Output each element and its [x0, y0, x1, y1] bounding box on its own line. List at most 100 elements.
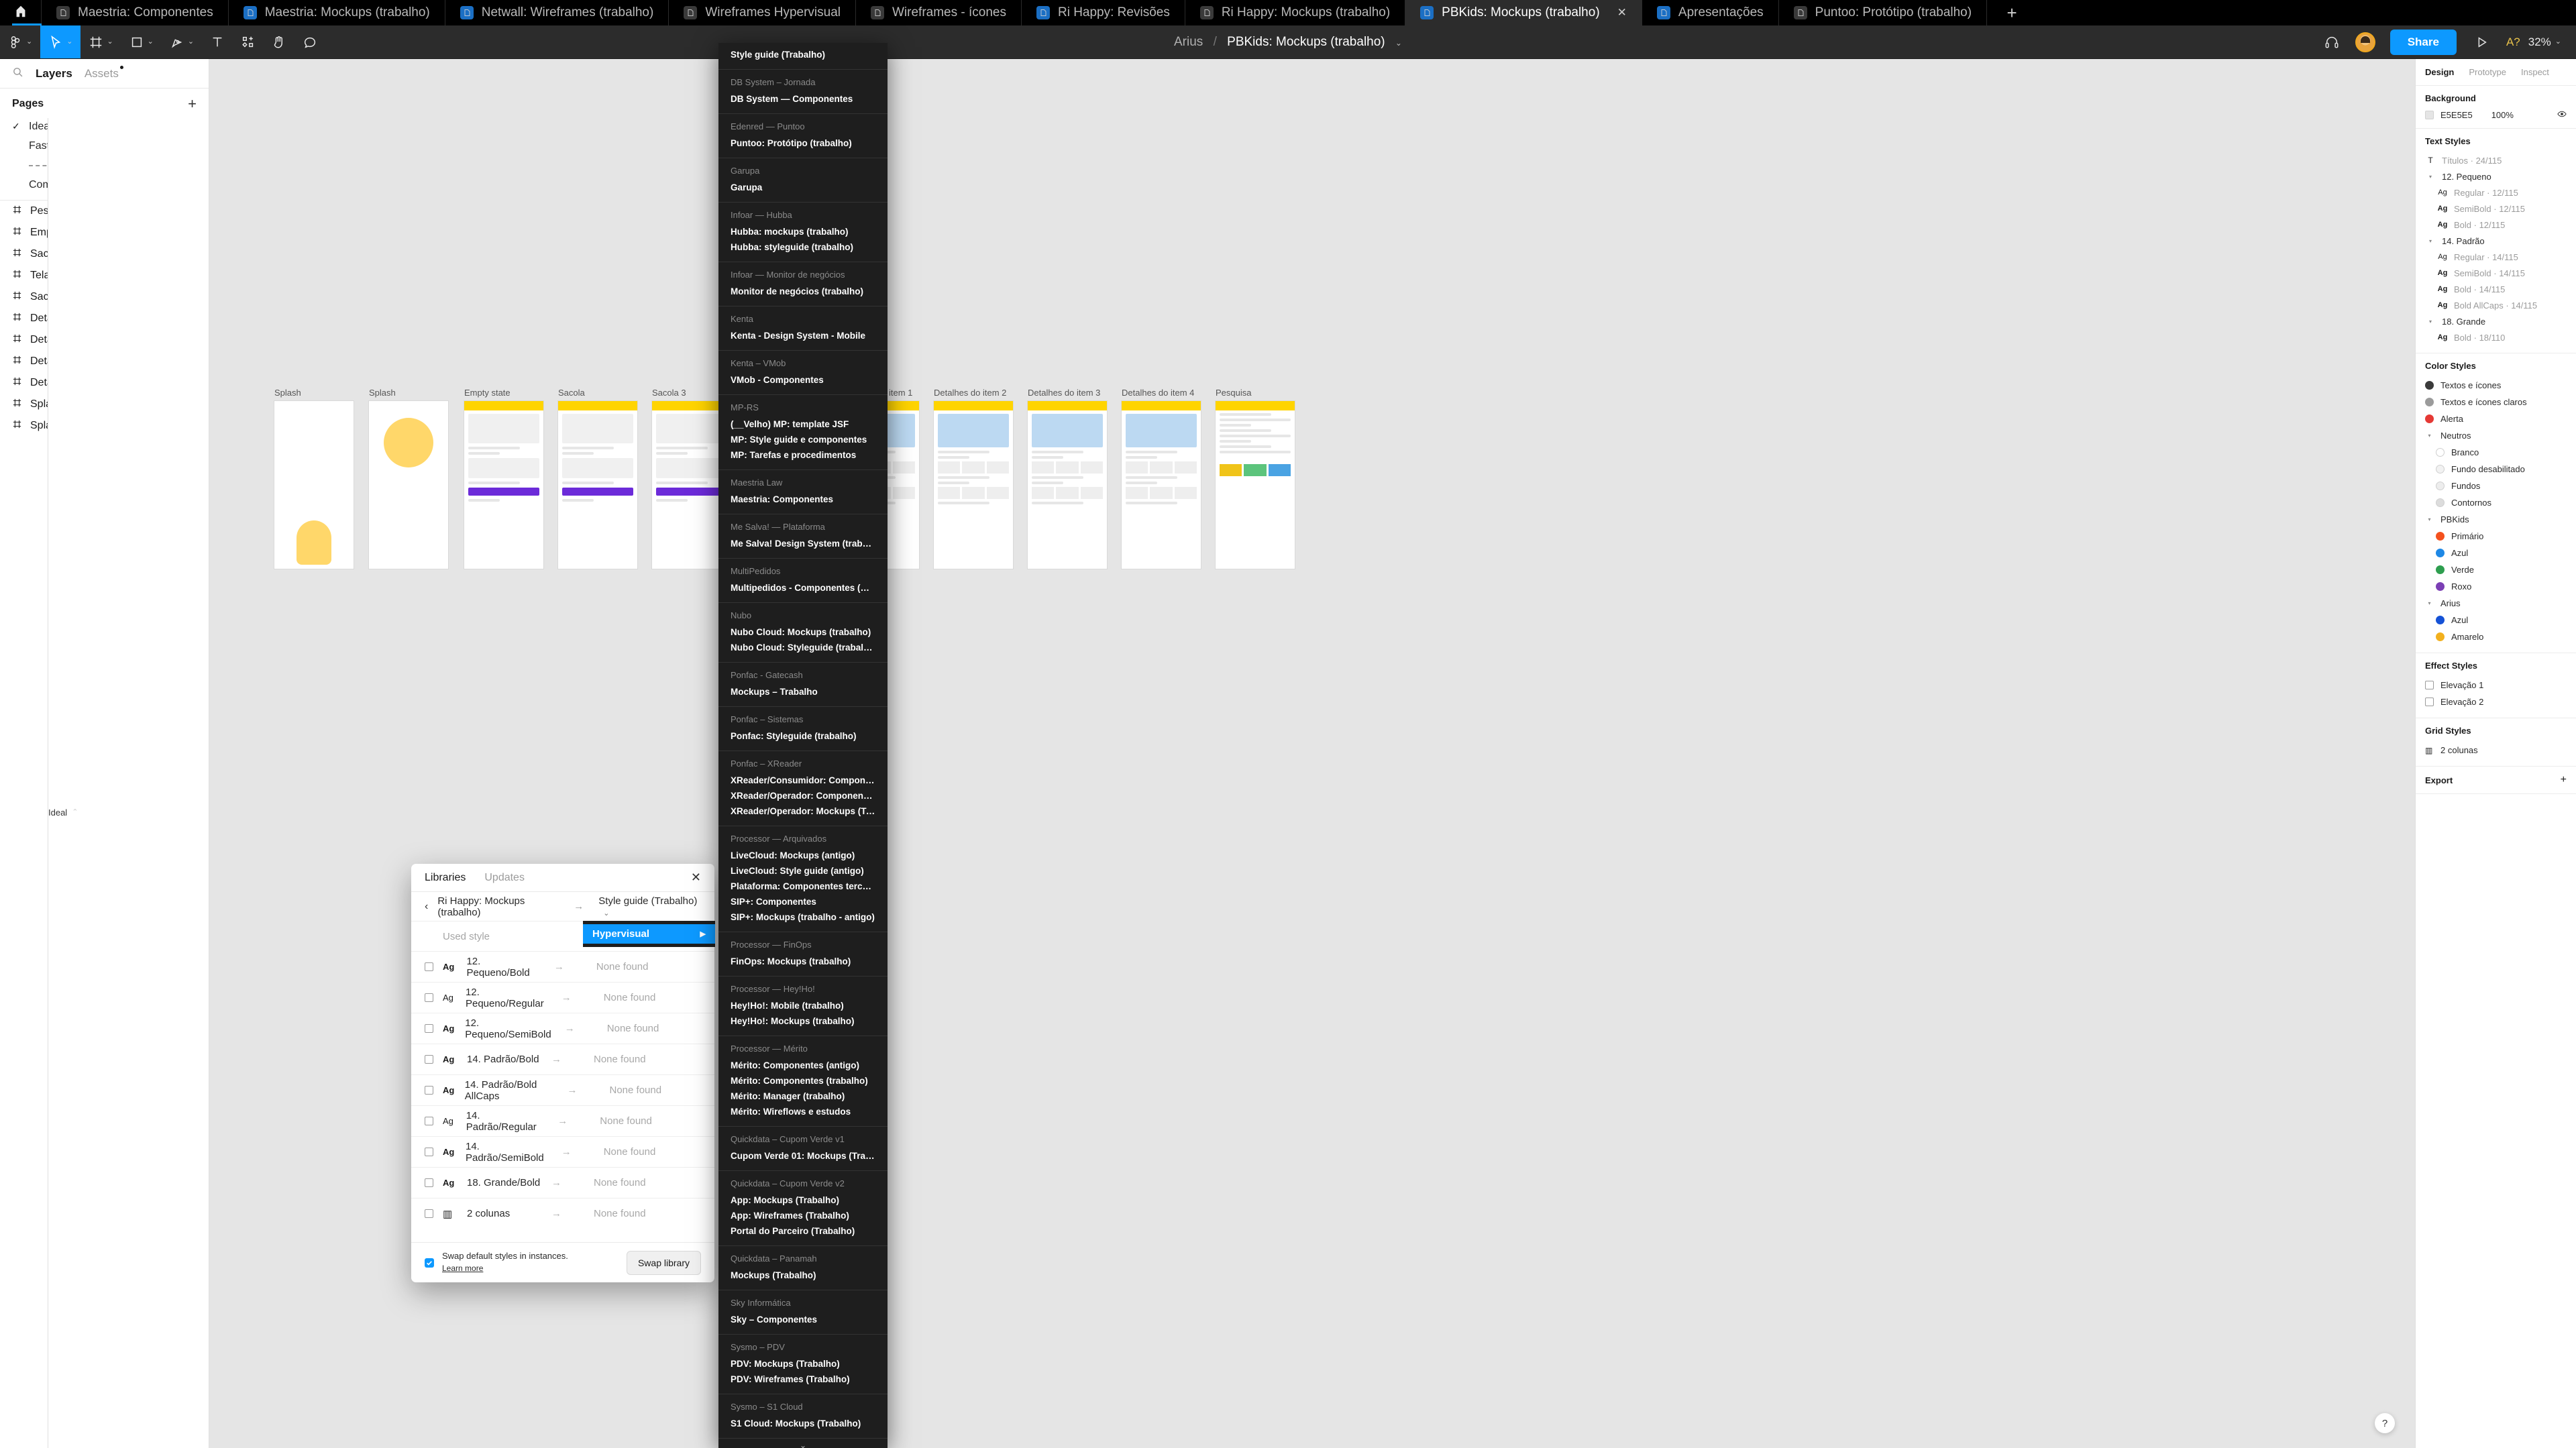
color-swatch[interactable] — [2436, 498, 2445, 507]
style-checkbox[interactable] — [425, 1148, 433, 1156]
library-menu-item[interactable]: Ponfac: Styleguide (trabalho) — [718, 728, 888, 744]
chevron-down-icon[interactable]: ▾ — [2425, 238, 2436, 244]
library-menu-item[interactable]: Monitor de negócios (trabalho) — [718, 284, 888, 299]
canvas-frame[interactable]: Splash PBKIDS — [274, 388, 354, 569]
tab-prototype[interactable]: Prototype — [2469, 67, 2506, 77]
browser-tab[interactable]: Wireframes - ícones — [856, 0, 1022, 25]
color-style-item[interactable]: Azul — [2425, 545, 2567, 561]
grid-style-item[interactable]: ▥ 2 colunas — [2425, 742, 2567, 759]
text-style-item[interactable]: Ag Bold · 14/115 — [2425, 281, 2567, 297]
browser-tab[interactable]: PBKids: Mockups (trabalho) ✕ — [1405, 0, 1642, 25]
library-menu-item[interactable]: FinOps: Mockups (trabalho) — [718, 954, 888, 969]
tab-updates[interactable]: Updates — [484, 872, 525, 884]
library-menu-item[interactable]: Puntoo: Protótipo (trabalho) — [718, 135, 888, 151]
style-checkbox[interactable] — [425, 1117, 433, 1125]
canvas-frame[interactable]: Splash PBKIDS — [369, 388, 448, 569]
move-tool-icon[interactable]: ⌄ — [40, 25, 81, 58]
color-swatch[interactable] — [2425, 414, 2434, 423]
background-color-swatch[interactable] — [2425, 111, 2434, 119]
style-checkbox[interactable] — [425, 1209, 433, 1218]
color-style-item[interactable]: Primário — [2425, 528, 2567, 545]
frame-label[interactable]: Splash — [369, 388, 448, 398]
library-style-row[interactable]: Ag 14. Padrão/Bold AllCaps → None found — [411, 1074, 714, 1105]
color-style-item[interactable]: Fundo desabilitado — [2425, 461, 2567, 478]
help-button[interactable]: ? — [2375, 1413, 2395, 1433]
color-swatch[interactable] — [2436, 616, 2445, 624]
tab-inspect[interactable]: Inspect — [2521, 67, 2549, 77]
style-checkbox[interactable] — [425, 1055, 433, 1064]
library-menu-item[interactable]: Hubba: styleguide (trabalho) — [718, 239, 888, 255]
browser-tab[interactable]: Netwall: Wireframes (trabalho) — [445, 0, 669, 25]
color-swatch[interactable] — [2436, 448, 2445, 457]
swap-library-button[interactable]: Swap library — [626, 1250, 701, 1275]
color-swatch[interactable] — [2436, 632, 2445, 641]
text-style-item[interactable]: Ag SemiBold · 12/115 — [2425, 201, 2567, 217]
library-menu-item[interactable]: (__Velho) MP: template JSF — [718, 416, 888, 432]
frame-label[interactable]: Empty state — [464, 388, 543, 398]
color-style-item[interactable]: Fundos — [2425, 478, 2567, 494]
page-selector[interactable]: Ideal ⌃ — [48, 118, 209, 1448]
tab-layers[interactable]: Layers — [36, 67, 72, 80]
library-menu-item[interactable]: Multipedidos - Componentes (Hyper... — [718, 580, 888, 596]
browser-tab[interactable]: Ri Happy: Mockups (trabalho) — [1185, 0, 1406, 25]
library-menu-item[interactable]: Portal do Parceiro (Trabalho) — [718, 1223, 888, 1239]
present-play-icon[interactable] — [2465, 35, 2498, 50]
library-menu-item[interactable]: Kenta - Design System - Mobile — [718, 328, 888, 343]
figma-home-tab[interactable] — [0, 0, 42, 25]
chevron-down-icon[interactable]: ⌄ — [1395, 38, 1402, 48]
text-style-item[interactable]: Ag Regular · 14/115 — [2425, 249, 2567, 265]
scroll-down-icon[interactable]: ⌄ — [718, 1439, 888, 1448]
library-menu-item[interactable]: Garupa — [718, 180, 888, 195]
color-style-item[interactable]: Textos e ícones claros — [2425, 394, 2567, 410]
browser-tab[interactable]: Maestria: Componentes — [42, 0, 229, 25]
color-swatch[interactable] — [2436, 549, 2445, 557]
library-menu-item[interactable]: Hubba: mockups (trabalho) — [718, 224, 888, 239]
library-menu-item[interactable]: Nubo Cloud: Styleguide (trabalho) — [718, 640, 888, 655]
library-menu-item[interactable]: Hey!Ho!: Mobile (trabalho) — [718, 998, 888, 1013]
chevron-down-icon[interactable]: ▾ — [2425, 174, 2436, 180]
frame-label[interactable]: Detalhes do item 2 — [934, 388, 1013, 398]
text-style-item[interactable]: T Títulos · 24/115 — [2425, 152, 2567, 168]
library-menu-item[interactable]: Cupom Verde 01: Mockups (Trabalho) — [718, 1148, 888, 1164]
style-checkbox[interactable] — [425, 993, 433, 1002]
browser-tab[interactable]: Maestria: Mockups (trabalho) — [229, 0, 445, 25]
library-style-row[interactable]: ▥ 2 colunas → None found — [411, 1198, 714, 1229]
library-menu-item[interactable]: XReader/Consumidor: Componentes — [718, 773, 888, 788]
frame-tool-icon[interactable]: ⌄ — [80, 25, 121, 58]
comment-tool-icon[interactable] — [294, 25, 325, 58]
library-style-row[interactable]: Ag 12. Pequeno/Bold → None found — [411, 951, 714, 982]
library-style-list[interactable]: Ag 12. Pequeno/Bold → None found Ag 12. Peque… — [411, 951, 714, 1242]
library-menu-item[interactable]: Nubo Cloud: Mockups (trabalho) — [718, 624, 888, 640]
color-style-group[interactable]: ▾ PBKids — [2425, 511, 2567, 528]
color-style-item[interactable]: Verde — [2425, 561, 2567, 578]
background-row[interactable]: E5E5E5 100% — [2425, 109, 2567, 121]
swap-default-styles-checkbox[interactable] — [425, 1258, 434, 1268]
target-library-dropdown[interactable]: Style guide (Trabalho) ⌄ — [598, 895, 701, 918]
library-menu-item[interactable]: Hey!Ho!: Mockups (trabalho) — [718, 1013, 888, 1029]
library-menu-item[interactable]: S1 Cloud: Mockups (Trabalho) — [718, 1416, 888, 1431]
browser-tab[interactable]: Puntoo: Protótipo (trabalho) — [1779, 0, 1988, 25]
library-menu-item[interactable]: Mérito: Componentes (trabalho) — [718, 1073, 888, 1089]
color-style-item[interactable]: Branco — [2425, 444, 2567, 461]
alert-indicator[interactable]: A? — [2498, 36, 2528, 49]
library-menu-item[interactable]: App: Mockups (Trabalho) — [718, 1192, 888, 1208]
share-button[interactable]: Share — [2390, 29, 2457, 55]
text-style-item[interactable]: Ag Bold AllCaps · 14/115 — [2425, 297, 2567, 313]
text-style-item[interactable]: Ag SemiBold · 14/115 — [2425, 265, 2567, 281]
effect-style-item[interactable]: Elevação 1 — [2425, 677, 2567, 693]
text-style-item[interactable]: Ag Regular · 12/115 — [2425, 184, 2567, 201]
chevron-down-icon[interactable]: ▾ — [2425, 319, 2436, 325]
library-menu-item[interactable]: MP: Style guide e componentes — [718, 432, 888, 447]
pen-tool-icon[interactable]: ⌄ — [162, 25, 202, 58]
tab-assets[interactable]: Assets — [85, 65, 123, 80]
canvas-frame[interactable]: Sacola — [558, 388, 637, 569]
close-icon[interactable]: ✕ — [691, 871, 701, 885]
color-style-item[interactable]: Contornos — [2425, 494, 2567, 511]
library-style-row[interactable]: Ag 18. Grande/Bold → None found — [411, 1167, 714, 1198]
color-swatch[interactable] — [2436, 465, 2445, 474]
library-menu-item[interactable]: Maestria: Componentes — [718, 492, 888, 507]
learn-more-link[interactable]: Learn more — [442, 1263, 568, 1274]
library-menu-item[interactable]: Me Salva! Design System (trabalho) — [718, 536, 888, 551]
library-style-row[interactable]: Ag 14. Padrão/Regular → None found — [411, 1105, 714, 1136]
browser-tab[interactable]: Apresentações — [1642, 0, 1779, 25]
